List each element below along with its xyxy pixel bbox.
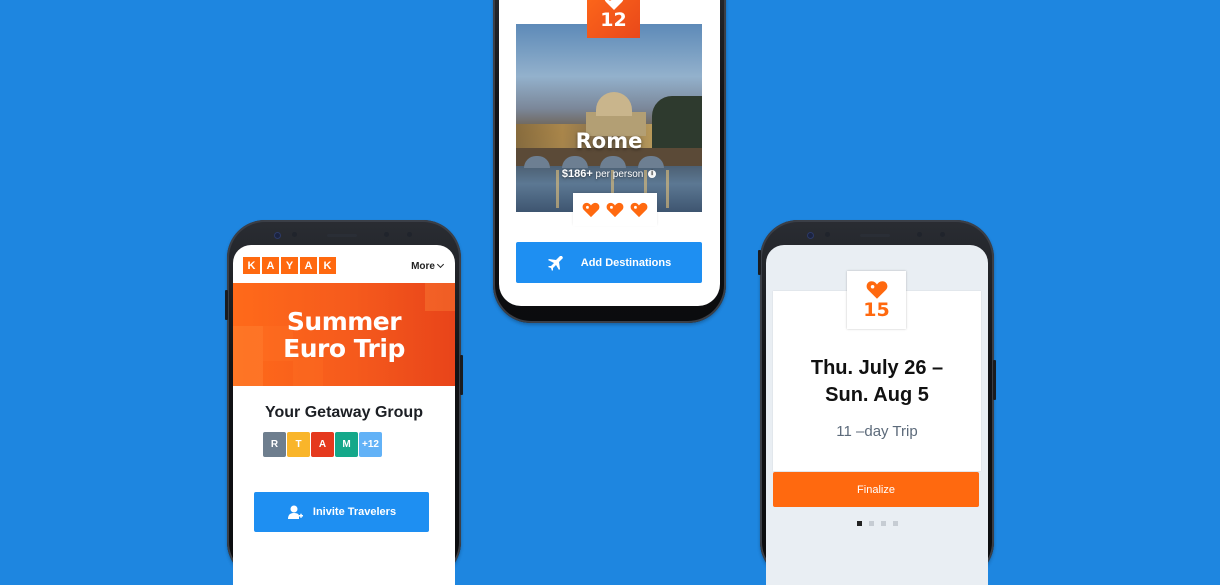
app-header: K A Y A K More bbox=[233, 245, 455, 283]
sensor bbox=[407, 232, 412, 237]
logo-letter: Y bbox=[281, 257, 298, 274]
power-button bbox=[993, 360, 996, 400]
invite-travelers-button[interactable]: Inivite Travelers bbox=[254, 492, 429, 532]
like-count-badge[interactable]: 12 bbox=[587, 0, 640, 38]
heart-icon[interactable] bbox=[582, 202, 600, 218]
avatar[interactable]: R bbox=[263, 432, 286, 457]
logo-letter: A bbox=[262, 257, 279, 274]
logo-letter: K bbox=[243, 257, 260, 274]
screen: 15 Thu. July 26 – Sun. Aug 5 11 –day Tri… bbox=[766, 245, 988, 585]
power-button bbox=[460, 355, 463, 395]
screen: Rome $186+ per person i 12 Add Destinati… bbox=[499, 0, 720, 306]
avatar[interactable]: T bbox=[287, 432, 310, 457]
more-menu-button[interactable]: More bbox=[411, 261, 443, 272]
destination-photo[interactable]: Rome $186+ per person i bbox=[516, 24, 702, 212]
screen: K A Y A K More Summer Euro Trip Your Get… bbox=[233, 245, 455, 585]
trip-start-date: Thu. July 26 – bbox=[766, 355, 988, 382]
pager-dot[interactable] bbox=[893, 521, 898, 526]
more-menu-label: More bbox=[411, 261, 435, 272]
logo-letter: A bbox=[300, 257, 317, 274]
finalize-label: Finalize bbox=[857, 484, 895, 496]
add-destinations-label: Add Destinations bbox=[581, 257, 671, 269]
invite-button-label: Inivite Travelers bbox=[313, 506, 396, 518]
chevron-down-icon bbox=[437, 261, 444, 268]
pager-dot[interactable] bbox=[857, 521, 862, 526]
heart-icon[interactable] bbox=[630, 202, 648, 218]
trip-hero-banner: Summer Euro Trip bbox=[233, 283, 455, 386]
price-value: $186+ bbox=[562, 168, 593, 180]
phone-right: 15 Thu. July 26 – Sun. Aug 5 11 –day Tri… bbox=[760, 220, 994, 580]
trip-dates: Thu. July 26 – Sun. Aug 5 bbox=[766, 355, 988, 409]
trip-title: Summer Euro Trip bbox=[283, 308, 405, 362]
decor-tile bbox=[425, 283, 455, 311]
heart-icon[interactable] bbox=[606, 202, 624, 218]
like-count-badge[interactable]: 15 bbox=[847, 271, 906, 329]
more-travelers-badge[interactable]: +12 bbox=[359, 432, 382, 457]
price-suffix: per person bbox=[596, 169, 644, 180]
kayak-logo[interactable]: K A Y A K bbox=[243, 257, 336, 274]
sensor bbox=[292, 232, 297, 237]
group-title: Your Getaway Group bbox=[233, 404, 455, 422]
pager-dot[interactable] bbox=[869, 521, 874, 526]
phone-top-bezel bbox=[227, 232, 461, 242]
heart-icon bbox=[866, 280, 888, 300]
speaker-grille bbox=[860, 234, 890, 237]
phone-top-bezel bbox=[760, 232, 994, 242]
trip-title-line: Euro Trip bbox=[283, 335, 405, 362]
avatar[interactable]: A bbox=[311, 432, 334, 457]
phone-middle: Rome $186+ per person i 12 Add Destinati… bbox=[493, 0, 726, 323]
add-destinations-button[interactable]: Add Destinations bbox=[516, 242, 702, 283]
add-user-icon bbox=[287, 505, 303, 520]
destination-name: Rome bbox=[516, 129, 702, 153]
front-camera bbox=[274, 232, 281, 239]
sensor bbox=[917, 232, 922, 237]
votes-tab bbox=[573, 193, 657, 226]
pager-dots bbox=[766, 521, 988, 526]
trip-end-date: Sun. Aug 5 bbox=[766, 382, 988, 409]
finalize-button[interactable]: Finalize bbox=[773, 472, 979, 507]
sensor bbox=[940, 232, 945, 237]
decor-tile bbox=[233, 326, 263, 386]
info-icon[interactable]: i bbox=[648, 170, 656, 178]
like-count: 12 bbox=[600, 11, 626, 30]
logo-letter: K bbox=[319, 257, 336, 274]
trip-title-line: Summer bbox=[283, 308, 405, 335]
volume-button bbox=[225, 290, 228, 320]
avatar[interactable]: M bbox=[335, 432, 358, 457]
speaker-grille bbox=[327, 234, 357, 237]
trip-length: 11 –day Trip bbox=[766, 423, 988, 440]
volume-button bbox=[758, 250, 761, 275]
pager-dot[interactable] bbox=[881, 521, 886, 526]
phone-left: K A Y A K More Summer Euro Trip Your Get… bbox=[227, 220, 461, 580]
traveler-avatars: R T A M +12 bbox=[263, 432, 455, 457]
photo-dome bbox=[596, 92, 632, 116]
destination-price: $186+ per person i bbox=[516, 168, 702, 180]
airplane-icon bbox=[547, 255, 563, 271]
front-camera bbox=[807, 232, 814, 239]
sensor bbox=[384, 232, 389, 237]
sensor bbox=[825, 232, 830, 237]
like-count: 15 bbox=[863, 300, 889, 320]
